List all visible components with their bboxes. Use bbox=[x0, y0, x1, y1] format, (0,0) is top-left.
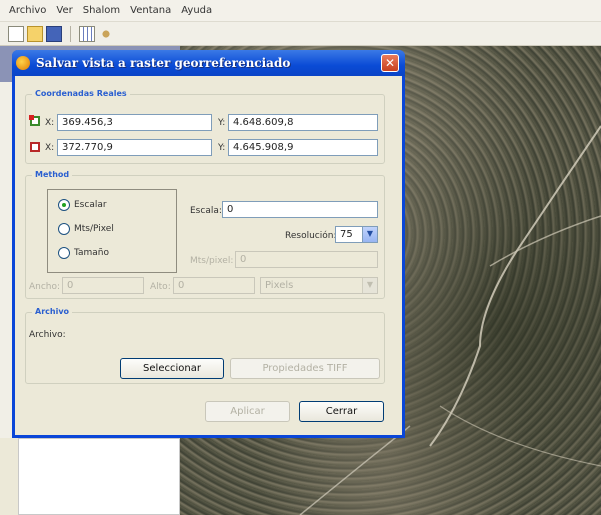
dialog-title: Salvar vista a raster georreferenciado bbox=[36, 56, 291, 70]
aplicar-button[interactable]: Aplicar bbox=[205, 401, 290, 422]
escala-label: Escala: bbox=[190, 206, 222, 216]
toolbar-separator bbox=[70, 25, 71, 42]
lower-right-point-icon bbox=[30, 142, 40, 152]
resolucion-select[interactable]: 75 ▼ bbox=[335, 226, 378, 243]
resolucion-value: 75 bbox=[340, 229, 353, 240]
y2-field[interactable]: 4.645.908,9 bbox=[228, 139, 378, 156]
side-panel-scroll bbox=[0, 438, 18, 515]
menu-ventana[interactable]: Ventana bbox=[125, 5, 176, 16]
alto-field[interactable]: 0 bbox=[173, 277, 255, 294]
method-radio-group: Escalar Mts/Pixel Tamaño bbox=[47, 189, 177, 273]
coords-legend: Coordenadas Reales bbox=[32, 89, 130, 98]
radio-escalar-indicator[interactable] bbox=[58, 199, 70, 211]
menu-shalom[interactable]: Shalom bbox=[78, 5, 125, 16]
cerrar-button[interactable]: Cerrar bbox=[299, 401, 384, 422]
escala-field[interactable]: 0 bbox=[222, 201, 378, 218]
layer-panel bbox=[18, 438, 180, 515]
method-legend: Method bbox=[32, 170, 73, 179]
tool-icon[interactable] bbox=[98, 25, 114, 42]
archivo-label: Archivo: bbox=[29, 330, 66, 340]
radio-tamano-indicator[interactable] bbox=[58, 247, 70, 259]
app-icon bbox=[16, 56, 30, 70]
menu-bar: Archivo Ver Shalom Ventana Ayuda bbox=[0, 0, 601, 22]
grid-view-icon[interactable] bbox=[79, 25, 95, 42]
save-raster-dialog: Salvar vista a raster georreferenciado ✕… bbox=[12, 50, 405, 438]
radio-mts-pixel-label: Mts/Pixel bbox=[74, 224, 114, 234]
x2-label: X: bbox=[45, 143, 55, 153]
radio-escalar-label: Escalar bbox=[74, 200, 107, 210]
radio-mts-pixel-indicator[interactable] bbox=[58, 223, 70, 235]
upper-left-point-icon bbox=[29, 115, 40, 126]
y1-label: Y: bbox=[218, 118, 226, 128]
menu-archivo[interactable]: Archivo bbox=[4, 5, 51, 16]
save-icon[interactable] bbox=[46, 25, 62, 42]
ancho-label: Ancho: bbox=[29, 282, 61, 292]
unit-value: Pixels bbox=[265, 280, 294, 291]
chevron-down-icon[interactable]: ▼ bbox=[362, 227, 377, 242]
radio-escalar[interactable]: Escalar bbox=[58, 199, 107, 211]
chevron-down-icon[interactable]: ▼ bbox=[362, 278, 377, 293]
y2-label: Y: bbox=[218, 143, 226, 153]
open-folder-icon[interactable] bbox=[27, 25, 43, 42]
unit-select[interactable]: Pixels ▼ bbox=[260, 277, 378, 294]
radio-tamano-label: Tamaño bbox=[74, 248, 110, 258]
archivo-legend: Archivo bbox=[32, 307, 73, 316]
mtspixel-label: Mts/pixel: bbox=[190, 256, 234, 266]
alto-label: Alto: bbox=[150, 282, 171, 292]
seleccionar-button[interactable]: Seleccionar bbox=[120, 358, 224, 379]
mtspixel-field[interactable]: 0 bbox=[235, 251, 378, 268]
resolucion-label: Resolución: bbox=[285, 231, 337, 241]
new-file-icon[interactable] bbox=[8, 25, 24, 42]
ancho-field[interactable]: 0 bbox=[62, 277, 144, 294]
toolbar bbox=[0, 22, 601, 46]
x2-field[interactable]: 372.770,9 bbox=[57, 139, 212, 156]
radio-mts-pixel[interactable]: Mts/Pixel bbox=[58, 223, 114, 235]
x1-label: X: bbox=[45, 118, 55, 128]
propiedades-tiff-button[interactable]: Propiedades TIFF bbox=[230, 358, 380, 379]
radio-tamano[interactable]: Tamaño bbox=[58, 247, 109, 259]
x1-field[interactable]: 369.456,3 bbox=[57, 114, 212, 131]
menu-ver[interactable]: Ver bbox=[51, 5, 77, 16]
dialog-titlebar[interactable]: Salvar vista a raster georreferenciado ✕ bbox=[12, 50, 405, 76]
menu-ayuda[interactable]: Ayuda bbox=[176, 5, 217, 16]
y1-field[interactable]: 4.648.609,8 bbox=[228, 114, 378, 131]
close-button[interactable]: ✕ bbox=[381, 54, 399, 72]
